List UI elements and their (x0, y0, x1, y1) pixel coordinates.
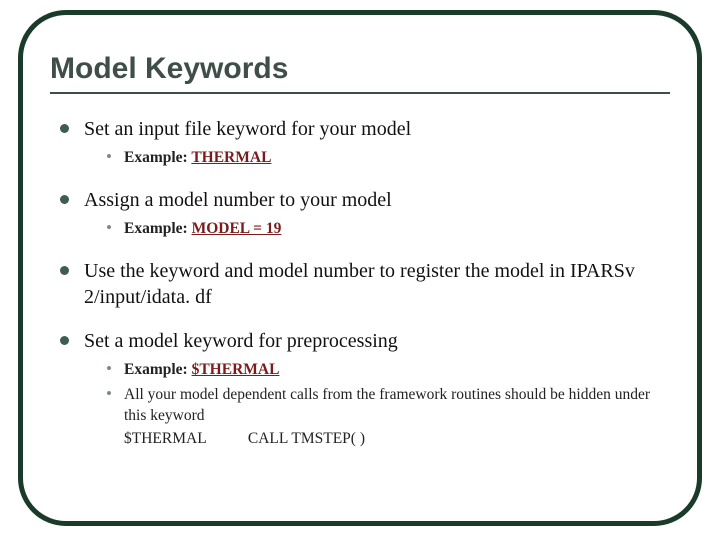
code-line: $THERMAL CALL TMSTEP( ) (124, 429, 670, 450)
list-item: Set an input file keyword for your model… (56, 116, 670, 169)
slide-title: Model Keywords (50, 52, 670, 94)
item-text: Assign a model number to your model (84, 189, 392, 211)
slide-content: Model Keywords Set an input file keyword… (50, 52, 670, 468)
sub-item: Example: THERMAL (104, 148, 670, 169)
list-item: Use the keyword and model number to regi… (56, 258, 670, 310)
item-text: Set an input file keyword for your model (84, 118, 411, 140)
example-keyword: $THERMAL (192, 361, 280, 378)
sub-list: Example: $THERMAL All your model depende… (84, 360, 670, 450)
sub-list: Example: THERMAL (84, 148, 670, 169)
code-token: CALL TMSTEP( ) (248, 430, 365, 447)
list-item: Assign a model number to your model Exam… (56, 187, 670, 240)
sub-note: All your model dependent calls from the … (124, 386, 650, 424)
example-label: Example: (124, 361, 192, 378)
sub-item: All your model dependent calls from the … (104, 385, 670, 450)
code-token: $THERMAL (124, 429, 244, 450)
example-keyword: THERMAL (191, 149, 271, 166)
example-keyword: MODEL = 19 (192, 220, 282, 237)
sub-item: Example: MODEL = 19 (104, 219, 670, 240)
example-label: Example: (124, 220, 192, 237)
sub-list: Example: MODEL = 19 (84, 219, 670, 240)
example-label: Example: (124, 149, 191, 166)
item-text: Set a model keyword for preprocessing (84, 330, 398, 352)
bullet-list: Set an input file keyword for your model… (50, 116, 670, 450)
sub-item: Example: $THERMAL (104, 360, 670, 381)
list-item: Set a model keyword for preprocessing Ex… (56, 328, 670, 450)
item-text: Use the keyword and model number to regi… (84, 260, 635, 308)
